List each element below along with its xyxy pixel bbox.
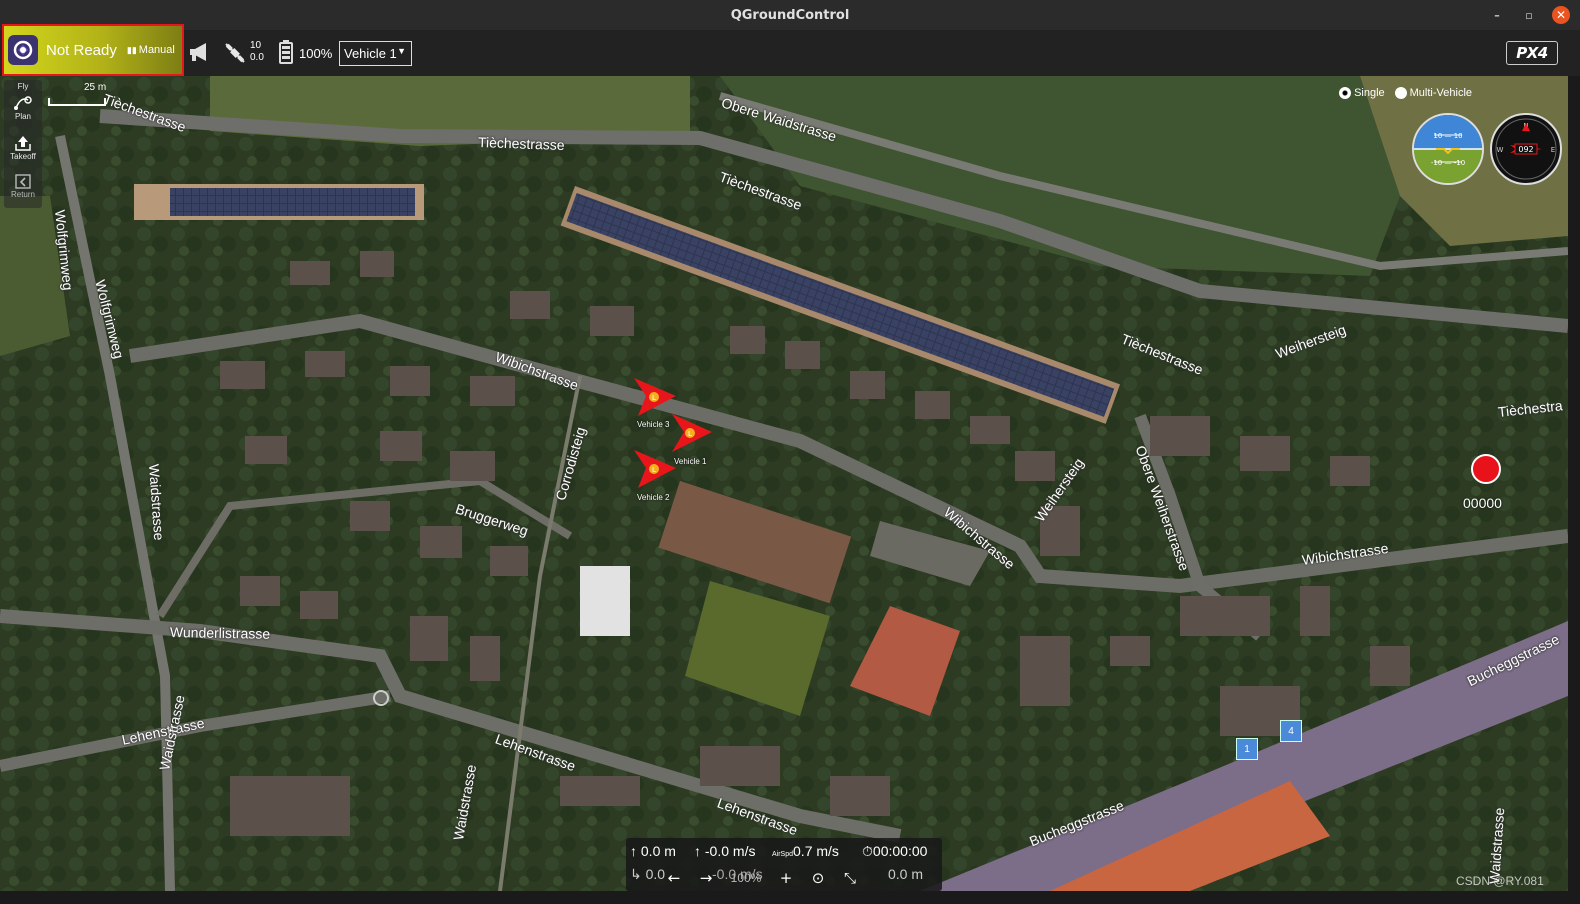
flight-time-value: 00:00:00: [872, 843, 928, 859]
right-edge: [1568, 76, 1580, 891]
attitude-bottom-scale: -10 — -10: [1431, 159, 1465, 167]
fit-view-icon[interactable]: ⤡: [838, 867, 862, 889]
gps-satellite-count: 10: [250, 40, 262, 51]
drone-arrow-icon: L: [634, 450, 676, 488]
arming-status[interactable]: Not Ready: [46, 42, 117, 59]
bottom-edge: [0, 891, 1580, 904]
qgc-logo-icon[interactable]: [8, 35, 38, 65]
vertical-speed-value: -0.0 m/s: [704, 843, 756, 859]
svg-text:L: L: [688, 430, 692, 438]
takeoff-tool[interactable]: Takeoff: [4, 134, 42, 161]
arrow-left-icon[interactable]: ←: [662, 867, 686, 889]
vehicle-selector[interactable]: Vehicle 1 ▼: [339, 41, 412, 66]
maximize-button[interactable]: ▫: [1520, 6, 1538, 24]
map-view[interactable]: Tièchestrasse Tièchestrasse Obere Waidst…: [0, 76, 1568, 891]
close-button[interactable]: ✕: [1552, 6, 1570, 24]
watermark: CSDN @RY.081: [1456, 874, 1544, 888]
return-icon: [15, 174, 31, 189]
arrow-right-icon[interactable]: →: [694, 867, 718, 889]
window-title: QGroundControl: [730, 7, 850, 23]
tool-strip: Fly Plan Takeoff Return: [4, 80, 42, 208]
plan-icon: [14, 96, 32, 110]
map-controls: ← → 100% + ⊙ ⤡: [662, 866, 898, 890]
return-tool[interactable]: Return: [4, 172, 42, 199]
map-scale-label: 25 m: [84, 82, 107, 93]
attitude-top-scale: 10 — 10: [1433, 132, 1462, 140]
vehicle-3-label: Vehicle 3: [637, 420, 670, 429]
return-arrow-icon: ↳: [630, 866, 642, 882]
record-button[interactable]: [1471, 454, 1501, 484]
megaphone-icon[interactable]: [188, 40, 214, 68]
takeoff-label: Takeoff: [10, 152, 36, 161]
vehicle-status-block[interactable]: Not Ready ▮▮ Manual: [2, 24, 184, 76]
altitude-value: 0.0 m: [640, 843, 676, 859]
gps-hdop: 0.0: [250, 52, 264, 63]
multi-vehicle-label: Multi-Vehicle: [1409, 87, 1472, 99]
vehicle-view-toggle: Single Multi-Vehicle: [1339, 87, 1472, 100]
plan-tool[interactable]: Plan: [4, 94, 42, 121]
altitude-readout: ↑ 0.0 m: [630, 843, 676, 859]
satellite-icon[interactable]: [222, 40, 248, 70]
single-radio[interactable]: Single: [1339, 87, 1385, 100]
map-scale: 25 m: [48, 82, 112, 110]
vertical-speed-icon: ↑: [694, 843, 701, 859]
fly-tool[interactable]: Fly: [4, 82, 42, 91]
road-label: Wunderlistrasse: [169, 624, 271, 642]
gps-status[interactable]: 10 0.0: [250, 40, 264, 64]
fly-label: Fly: [17, 82, 29, 91]
map-poi-badge[interactable]: 4: [1280, 720, 1302, 742]
vehicle-2-label: Vehicle 2: [637, 493, 670, 502]
flight-mode-label: Manual: [138, 44, 175, 56]
map-poi-badge[interactable]: 1: [1236, 738, 1258, 760]
compass-indicator: N E W 092: [1490, 113, 1562, 185]
plan-label: Plan: [14, 112, 31, 121]
attitude-indicator: 10 — 10 -10 — -10: [1412, 113, 1484, 185]
airspeed-label: AirSpd: [772, 851, 794, 858]
vertical-speed-readout: ↑ -0.0 m/s: [694, 843, 755, 859]
single-label: Single: [1354, 87, 1385, 99]
radio-unselected-icon: [1394, 87, 1407, 100]
return-label: Return: [10, 190, 35, 199]
flight-time-readout: ⏱00:00:00: [862, 843, 927, 860]
battery-icon[interactable]: [278, 39, 294, 69]
compass-west: W: [1497, 146, 1504, 154]
video-counter: 00000: [1463, 495, 1502, 511]
vehicle-selector-value: Vehicle 1: [344, 46, 397, 61]
map-scale-bar: [48, 98, 106, 106]
zoom-in-icon[interactable]: +: [774, 867, 798, 889]
airspeed-readout: AirSpd0.7 m/s: [772, 843, 839, 859]
minimize-button[interactable]: –: [1488, 6, 1506, 24]
compass-east: E: [1551, 146, 1555, 154]
vehicle-2-marker[interactable]: L: [632, 448, 680, 490]
road-label: Tièchestrasse: [477, 134, 565, 154]
zoom-level: 100%: [730, 871, 762, 885]
svg-text:L: L: [652, 394, 656, 402]
window-titlebar: QGroundControl – ▫ ✕: [0, 0, 1580, 30]
radio-selected-icon: [1339, 87, 1352, 100]
flight-mode-selector[interactable]: ▮▮ Manual: [127, 44, 175, 56]
row2-left-readout: ↳ 0.0: [630, 866, 665, 883]
multi-vehicle-radio[interactable]: Multi-Vehicle: [1394, 87, 1472, 100]
takeoff-icon: [15, 136, 31, 151]
altitude-up-icon: ↑: [630, 843, 637, 859]
stopwatch-icon: ⏱: [862, 843, 873, 859]
battery-percentage[interactable]: 100%: [299, 46, 332, 61]
chevron-down-icon: ▼: [397, 46, 406, 56]
airspeed-value: 0.7 m/s: [793, 843, 839, 859]
compass-heading: 092: [1518, 145, 1533, 154]
svg-text:L: L: [652, 466, 656, 474]
mode-icon: ▮▮: [126, 44, 137, 55]
px4-logo: PX4: [1506, 41, 1558, 65]
center-vehicle-icon[interactable]: ⊙: [806, 867, 830, 889]
